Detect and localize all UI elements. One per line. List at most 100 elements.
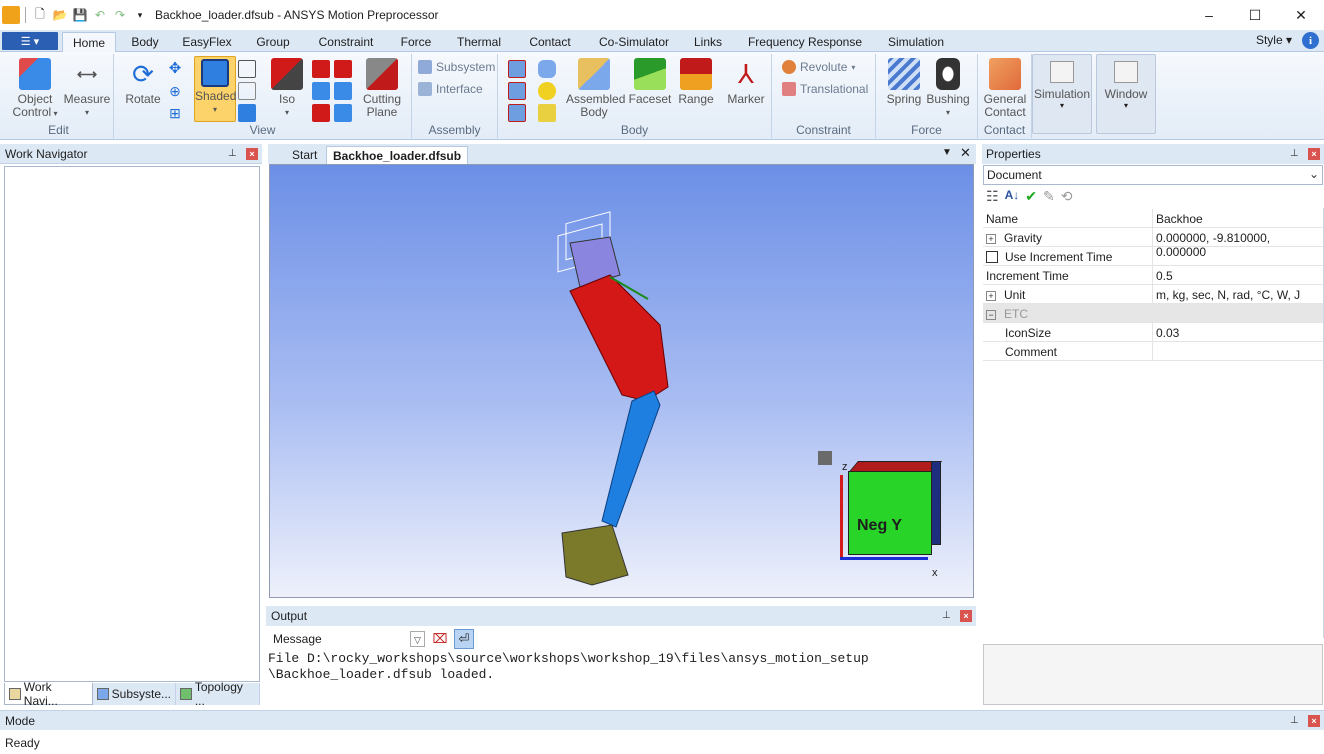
view-top-icon[interactable] — [312, 104, 330, 122]
property-name-value[interactable]: Backhoe — [1156, 212, 1203, 226]
view-back-icon[interactable] — [334, 60, 352, 78]
home-view-icon[interactable] — [818, 451, 832, 465]
range-button[interactable]: Range — [676, 56, 716, 106]
spring-button[interactable]: Spring — [884, 56, 924, 106]
word-wrap-icon[interactable]: ⏎ — [454, 629, 474, 649]
zoom-window-icon[interactable]: ⊞ — [166, 104, 184, 122]
customize-qat-icon[interactable]: ▾ — [131, 6, 149, 24]
file-menu-button[interactable]: ☰ ▾ — [2, 32, 58, 50]
alphabetical-icon[interactable]: A↓ — [1005, 188, 1020, 205]
view-right-icon[interactable] — [334, 82, 352, 100]
expand-icon[interactable]: + — [986, 291, 996, 301]
3d-viewport[interactable]: Neg Y z x — [269, 164, 974, 598]
tab-frequency-response[interactable]: Frequency Response — [744, 32, 866, 52]
tab-body[interactable]: Body — [122, 32, 168, 52]
output-close-icon[interactable]: × — [960, 610, 972, 622]
increment-time-value[interactable]: 0.5 — [1156, 269, 1173, 283]
save-icon[interactable]: 💾 — [71, 6, 89, 24]
clear-output-icon[interactable]: ⌧ — [430, 629, 450, 649]
properties-close-icon[interactable]: × — [1308, 148, 1320, 160]
body-misc-icon[interactable] — [538, 104, 556, 122]
wireframe-icon[interactable] — [238, 60, 256, 78]
tab-links[interactable]: Links — [686, 32, 730, 52]
sphere-icon[interactable] — [538, 82, 556, 100]
viewcube-side-face[interactable] — [931, 461, 941, 545]
tab-thermal[interactable]: Thermal — [450, 32, 508, 52]
hidden-line-icon[interactable] — [238, 82, 256, 100]
tab-list-dropdown-icon[interactable]: ▼ — [942, 147, 952, 158]
translational-button[interactable]: Translational — [782, 82, 868, 96]
property-row-unit[interactable]: + Unit m, kg, sec, N, rad, °C, W, J — [983, 285, 1323, 304]
edit-icon[interactable]: ✎ — [1043, 188, 1055, 205]
style-dropdown[interactable]: Style ▾ — [1256, 33, 1292, 47]
pin-icon[interactable]: ⊥ — [228, 148, 237, 159]
new-file-icon[interactable]: 🗋 — [31, 6, 49, 24]
property-row-use-increment-time[interactable]: Use Increment Time — [983, 247, 1323, 266]
expand-icon[interactable]: + — [986, 234, 996, 244]
close-icon[interactable]: × — [246, 148, 258, 160]
tab-force[interactable]: Force — [392, 32, 440, 52]
view-left-icon[interactable] — [312, 82, 330, 100]
app-icon[interactable] — [2, 6, 20, 24]
faceset-button[interactable]: Faceset — [628, 56, 672, 106]
iconsize-value[interactable]: 0.03 — [1156, 326, 1179, 340]
property-row-increment-time[interactable]: Increment Time 0.5 — [983, 266, 1323, 285]
fit-icon[interactable]: ✥ — [166, 60, 184, 78]
view-front-icon[interactable] — [312, 60, 330, 78]
mode-close-icon[interactable]: × — [1308, 715, 1320, 727]
tab-backhoe-loader[interactable]: Backhoe_loader.dfsub — [326, 146, 469, 164]
properties-pin-icon[interactable]: ⊥ — [1290, 148, 1299, 159]
marker-button[interactable]: ⅄ Marker — [724, 56, 768, 106]
body-link-icon[interactable] — [508, 82, 526, 100]
tab-easyflex[interactable]: EasyFlex — [178, 32, 236, 52]
cutting-plane-button[interactable]: Cutting Plane — [358, 56, 406, 119]
close-button[interactable]: ✕ — [1278, 0, 1324, 30]
tab-work-navigator[interactable]: Work Navi... — [4, 680, 93, 708]
measure-button[interactable]: ⟷ Measure ▾ — [62, 56, 112, 119]
open-folder-icon[interactable]: 📂 — [51, 6, 69, 24]
cylinder-icon[interactable] — [538, 60, 556, 78]
viewcube[interactable] — [848, 471, 932, 555]
shaded-edge-icon[interactable] — [238, 104, 256, 122]
tab-home[interactable]: Home — [62, 32, 116, 53]
tab-subsystem[interactable]: Subsyste... — [93, 683, 177, 705]
iso-button[interactable]: Iso ▾ — [266, 56, 308, 119]
use-increment-time-checkbox[interactable] — [986, 251, 998, 263]
close-document-icon[interactable]: ✕ — [960, 145, 971, 161]
work-navigator-tree[interactable] — [4, 166, 260, 682]
rotate-button[interactable]: ⟳ Rotate — [120, 56, 166, 106]
properties-object-select[interactable]: Document ⌄ — [983, 165, 1323, 185]
tab-start[interactable]: Start — [286, 146, 323, 164]
object-control-button[interactable]: Object Control ▾ — [10, 56, 60, 120]
general-contact-button[interactable]: General Contact — [982, 56, 1028, 119]
tab-simulation[interactable]: Simulation — [880, 32, 952, 52]
simulation-group-button[interactable]: Simulation ▾ — [1032, 54, 1092, 134]
window-group-button[interactable]: Window ▾ — [1096, 54, 1156, 134]
revolute-button[interactable]: Revolute ▾ — [782, 60, 855, 74]
collapse-icon[interactable]: − — [986, 310, 996, 320]
output-pin-icon[interactable]: ⊥ — [942, 610, 951, 621]
view-bottom-icon[interactable] — [334, 104, 352, 122]
interface-button[interactable]: Interface — [418, 82, 483, 96]
tab-contact[interactable]: Contact — [518, 32, 582, 52]
tab-group[interactable]: Group — [246, 32, 300, 52]
body-sheet-icon[interactable] — [508, 104, 526, 122]
property-category-etc[interactable]: − ETC — [983, 304, 1323, 323]
apply-check-icon[interactable]: ✔ — [1025, 188, 1037, 205]
categorized-icon[interactable]: ☷ — [986, 188, 999, 205]
tab-topology[interactable]: Topology ... — [176, 680, 260, 708]
subsystem-button[interactable]: Subsystem — [418, 60, 495, 74]
redo-icon[interactable]: ↷ — [111, 6, 129, 24]
property-row-comment[interactable]: Comment — [983, 342, 1323, 361]
shaded-button[interactable]: Shaded ▾ — [194, 56, 236, 122]
info-icon[interactable]: i — [1302, 32, 1319, 49]
maximize-button[interactable]: ☐ — [1232, 0, 1278, 30]
output-filter-select[interactable]: Message ▽ — [268, 629, 426, 649]
undo-icon[interactable]: ↶ — [91, 6, 109, 24]
property-row-gravity[interactable]: + Gravity 0.000000, -9.810000, 0.000000 — [983, 228, 1323, 259]
unit-value[interactable]: m, kg, sec, N, rad, °C, W, J — [1156, 288, 1300, 302]
property-row-iconsize[interactable]: IconSize 0.03 — [983, 323, 1323, 342]
tab-co-simulator[interactable]: Co-Simulator — [592, 32, 676, 52]
refresh-icon[interactable]: ⟲ — [1061, 188, 1073, 205]
zoom-icon[interactable]: ⊕ — [166, 82, 184, 100]
